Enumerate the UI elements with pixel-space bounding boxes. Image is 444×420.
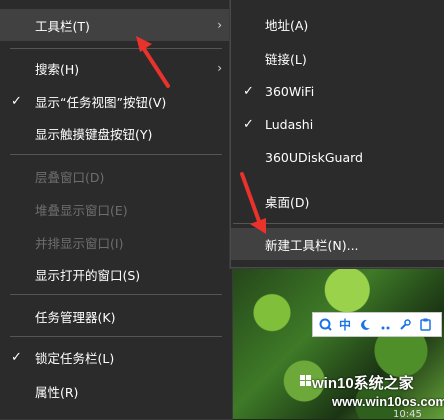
menu-item-label: 搜索(H)	[35, 61, 80, 77]
site-watermark: win10系统之家 www.win10os.com	[300, 372, 444, 416]
wrench-icon[interactable]	[397, 316, 413, 334]
watermark-url: www.win10os.com	[332, 394, 444, 409]
windows-logo-icon	[300, 375, 311, 386]
search-icon[interactable]	[317, 316, 333, 334]
ime-mode-toggle[interactable]: 中	[337, 316, 353, 334]
check-icon: ✓	[11, 349, 22, 365]
check-icon: ✓	[243, 83, 254, 99]
menu-item-label: 显示触摸键盘按钮(Y)	[35, 126, 153, 142]
menu-item-label: 任务管理器(K)	[35, 309, 116, 325]
submenu-item-ludashi[interactable]: ✓ Ludashi	[231, 108, 444, 140]
menu-item-label: 锁定任务栏(L)	[35, 350, 115, 366]
taskbar-clock[interactable]: 10:45	[393, 409, 422, 420]
menu-separator	[10, 48, 222, 49]
menu-item-show-task-view[interactable]: ✓ 显示“任务视图”按钮(V)	[0, 85, 232, 117]
taskbar-context-menu: 工具栏(T) › 搜索(H) › ✓ 显示“任务视图”按钮(V) 显示触摸键盘按…	[0, 0, 232, 419]
menu-item-label: 堆叠显示窗口(E)	[35, 202, 128, 218]
menu-item-stack-windows[interactable]: 堆叠显示窗口(E)	[0, 193, 232, 225]
ime-toolbar: 中	[312, 312, 442, 337]
chevron-right-icon: ›	[217, 18, 222, 32]
menu-item-label: 新建工具栏(N)...	[265, 237, 359, 253]
submenu-item-360udiskguard[interactable]: 360UDiskGuard	[231, 141, 444, 173]
annotation-arrow-icon	[136, 36, 170, 88]
menu-item-show-touch-keyboard[interactable]: 显示触摸键盘按钮(Y)	[0, 117, 232, 149]
menu-item-label: 360UDiskGuard	[265, 149, 363, 165]
menu-item-lock-taskbar[interactable]: ✓ 锁定任务栏(L)	[0, 341, 232, 373]
watermark-title: win10系统之家	[312, 375, 414, 392]
menu-item-label: 并排显示窗口(I)	[35, 235, 124, 251]
menu-item-side-by-side-windows[interactable]: 并排显示窗口(I)	[0, 226, 232, 258]
submenu-item-360wifi[interactable]: ✓ 360WiFi	[231, 75, 444, 107]
menu-separator	[10, 336, 222, 337]
menu-item-label: 链接(L)	[265, 51, 307, 67]
check-icon: ✓	[11, 93, 22, 109]
chevron-right-icon: ›	[217, 61, 222, 75]
menu-item-label: 360WiFi	[265, 83, 315, 99]
check-icon: ✓	[243, 116, 254, 132]
menu-item-cascade-windows[interactable]: 层叠窗口(D)	[0, 160, 232, 192]
menu-item-toolbar[interactable]: 工具栏(T) ›	[0, 9, 232, 41]
menu-item-properties[interactable]: 属性(R)	[0, 375, 232, 407]
menu-item-task-manager[interactable]: 任务管理器(K)	[0, 300, 232, 332]
menu-item-show-open-windows[interactable]: 显示打开的窗口(S)	[0, 258, 232, 290]
annotation-arrow-icon	[240, 172, 266, 234]
menu-separator	[10, 294, 222, 295]
menu-item-label: Ludashi	[265, 116, 314, 132]
menu-item-label: 显示“任务视图”按钮(V)	[35, 94, 167, 110]
menu-item-label: 显示打开的窗口(S)	[35, 267, 141, 283]
menu-item-label: 层叠窗口(D)	[35, 169, 105, 185]
menu-item-label: 工具栏(T)	[35, 18, 90, 34]
menu-separator	[10, 154, 222, 155]
menu-item-search[interactable]: 搜索(H) ›	[0, 52, 232, 84]
submenu-item-links[interactable]: 链接(L)	[231, 42, 444, 74]
punctuation-icon[interactable]	[377, 316, 393, 334]
menu-item-label: 属性(R)	[35, 384, 79, 400]
clipboard-icon[interactable]	[417, 316, 433, 334]
submenu-item-address[interactable]: 地址(A)	[231, 8, 444, 40]
moon-icon[interactable]	[357, 316, 373, 334]
menu-item-label: 地址(A)	[265, 17, 309, 33]
